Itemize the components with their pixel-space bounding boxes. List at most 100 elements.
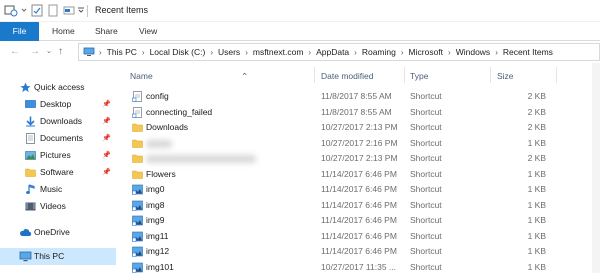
file-type: Shortcut bbox=[410, 184, 442, 194]
up-arrow-icon[interactable]: ↑ bbox=[58, 45, 63, 59]
crumb-appdata[interactable]: AppData bbox=[316, 47, 349, 57]
chevron-right-icon[interactable]: › bbox=[142, 48, 145, 57]
sidebar-item-videos[interactable]: Videos bbox=[0, 198, 116, 215]
chevron-right-icon[interactable]: › bbox=[245, 48, 248, 57]
sidebar-item-label: OneDrive bbox=[34, 227, 70, 237]
recent-locations-icon[interactable]: ⌄ bbox=[46, 45, 52, 59]
file-type: Shortcut bbox=[410, 122, 442, 132]
chevron-right-icon[interactable]: › bbox=[495, 48, 498, 57]
customize-toolbar-icon[interactable] bbox=[77, 4, 85, 17]
chevron-right-icon[interactable]: › bbox=[354, 48, 357, 57]
rename-icon[interactable] bbox=[63, 4, 75, 17]
sidebar-item-label: Downloads bbox=[40, 116, 83, 126]
navigation-pane: Quick access Desktop 📌 Downloads 📌 Docum… bbox=[0, 63, 116, 273]
crumb-user[interactable]: msftnext.com bbox=[253, 47, 304, 57]
table-row[interactable]: img12 11/14/2017 6:46 PM Shortcut 1 KB bbox=[116, 244, 600, 259]
column-divider[interactable] bbox=[490, 67, 491, 83]
title-bar: Recent Items bbox=[0, 0, 600, 22]
pin-icon[interactable]: 📌 bbox=[102, 113, 111, 130]
computer-icon bbox=[19, 251, 32, 262]
folder-icon bbox=[132, 139, 143, 148]
folder-icon bbox=[25, 168, 36, 177]
sidebar-item-desktop[interactable]: Desktop 📌 bbox=[0, 96, 116, 113]
folder-icon bbox=[132, 170, 143, 179]
file-name: img0 bbox=[146, 184, 165, 194]
table-row[interactable]: img0 11/14/2017 6:46 PM Shortcut 1 KB bbox=[116, 182, 600, 197]
sidebar-item-pictures[interactable]: Pictures 📌 bbox=[0, 147, 116, 164]
table-row[interactable]: connecting_failed 11/8/2017 8:55 AM Shortc… bbox=[116, 105, 600, 120]
vertical-scrollbar[interactable] bbox=[592, 63, 600, 273]
documents-icon bbox=[26, 133, 35, 144]
crumb-microsoft[interactable]: Microsoft bbox=[409, 47, 443, 57]
table-row[interactable]: Downloads 10/27/2017 2:13 PM Shortcut 2 KB bbox=[116, 120, 600, 135]
sidebar-item-downloads[interactable]: Downloads 📌 bbox=[0, 113, 116, 130]
column-size-header[interactable]: Size bbox=[497, 71, 514, 81]
file-type: Shortcut bbox=[410, 91, 442, 101]
table-row[interactable]: 10/27/2017 2:13 PM Shortcut 2 KB bbox=[116, 151, 600, 166]
table-row[interactable]: img9 11/14/2017 6:46 PM Shortcut 1 KB bbox=[116, 213, 600, 228]
properties-icon[interactable] bbox=[4, 4, 18, 17]
column-date-header[interactable]: Date modified bbox=[321, 71, 373, 81]
sidebar-item-documents[interactable]: Documents 📌 bbox=[0, 130, 116, 147]
tab-view[interactable]: View bbox=[139, 22, 157, 41]
folder-icon bbox=[132, 154, 143, 163]
crumb-recent-items[interactable]: Recent Items bbox=[503, 47, 553, 57]
file-name: Flowers bbox=[146, 168, 176, 179]
chevron-right-icon[interactable]: › bbox=[448, 48, 451, 57]
file-name: img101 bbox=[146, 261, 174, 272]
sidebar-item-this-pc[interactable]: This PC bbox=[0, 248, 116, 265]
image-shortcut-icon bbox=[132, 246, 143, 257]
back-arrow-icon[interactable]: ← bbox=[10, 45, 20, 59]
pin-icon[interactable]: 📌 bbox=[102, 164, 111, 181]
crumb-local-disk[interactable]: Local Disk (C:) bbox=[150, 47, 206, 57]
table-row[interactable]: img101 10/27/2017 11:35 ... Shortcut 1 KB bbox=[116, 260, 600, 273]
file-date: 10/27/2017 2:16 PM bbox=[321, 137, 398, 148]
column-divider[interactable] bbox=[314, 67, 315, 83]
crumb-windows[interactable]: Windows bbox=[456, 47, 490, 57]
pin-icon[interactable]: 📌 bbox=[102, 147, 111, 164]
file-name bbox=[146, 155, 256, 163]
pin-icon[interactable]: 📌 bbox=[102, 96, 111, 113]
file-name: Downloads bbox=[146, 122, 189, 132]
table-row[interactable]: img8 11/14/2017 6:46 PM Shortcut 1 KB bbox=[116, 198, 600, 213]
column-divider[interactable] bbox=[404, 67, 405, 83]
file-type: Shortcut bbox=[410, 153, 442, 163]
sidebar-item-music[interactable]: Music bbox=[0, 181, 116, 198]
shortcut-icon bbox=[132, 91, 142, 102]
sidebar-item-quick-access[interactable]: Quick access bbox=[0, 79, 116, 96]
tab-file[interactable]: File bbox=[0, 22, 39, 41]
checkmark-icon[interactable] bbox=[31, 4, 43, 17]
file-name: img12 bbox=[146, 246, 170, 256]
file-size: 2 KB bbox=[527, 153, 546, 163]
sidebar-item-onedrive[interactable]: OneDrive bbox=[0, 224, 116, 241]
chevron-right-icon[interactable]: › bbox=[308, 48, 311, 57]
address-bar[interactable]: › This PC › Local Disk (C:) › Users › ms… bbox=[78, 43, 600, 61]
blank-page-icon[interactable] bbox=[47, 4, 59, 17]
crumb-users[interactable]: Users bbox=[218, 47, 240, 57]
crumb-this-pc[interactable]: This PC bbox=[107, 47, 137, 57]
sidebar-item-label: Music bbox=[40, 184, 63, 194]
chevron-right-icon[interactable]: › bbox=[99, 48, 102, 57]
column-type-header[interactable]: Type bbox=[410, 71, 428, 81]
file-size: 1 KB bbox=[527, 137, 546, 148]
computer-icon bbox=[83, 47, 95, 56]
chevron-right-icon[interactable]: › bbox=[401, 48, 404, 57]
file-type: Shortcut bbox=[410, 168, 442, 179]
table-row[interactable]: Flowers 11/14/2017 6:46 PM Shortcut 1 KB bbox=[116, 167, 600, 182]
tab-home[interactable]: Home bbox=[52, 22, 75, 41]
chevron-right-icon[interactable]: › bbox=[210, 48, 213, 57]
forward-arrow-icon[interactable]: → bbox=[30, 45, 40, 59]
tab-share[interactable]: Share bbox=[95, 22, 118, 41]
sidebar-item-software[interactable]: Software 📌 bbox=[0, 164, 116, 181]
file-name: img9 bbox=[146, 215, 165, 225]
image-shortcut-icon bbox=[132, 231, 143, 242]
pin-icon[interactable]: 📌 bbox=[102, 130, 111, 147]
column-name-header[interactable]: Name bbox=[130, 71, 153, 81]
chevron-down-icon[interactable] bbox=[21, 4, 27, 17]
table-row[interactable]: img11 11/14/2017 6:46 PM Shortcut 1 KB bbox=[116, 229, 600, 244]
pictures-icon bbox=[25, 151, 36, 160]
table-row[interactable]: config 11/8/2017 8:55 AM Shortcut 2 KB bbox=[116, 89, 600, 104]
column-divider[interactable] bbox=[556, 67, 557, 83]
table-row[interactable]: 10/27/2017 2:16 PM Shortcut 1 KB bbox=[116, 136, 600, 151]
crumb-roaming[interactable]: Roaming bbox=[362, 47, 396, 57]
